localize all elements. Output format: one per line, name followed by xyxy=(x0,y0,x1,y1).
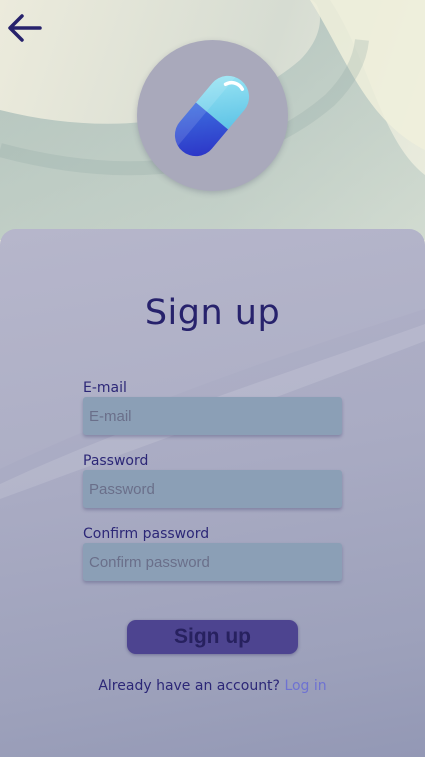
page-title: Sign up xyxy=(144,293,281,333)
email-label: E-mail xyxy=(83,380,127,396)
password-label: Password xyxy=(83,453,149,469)
confirm-password-field[interactable] xyxy=(83,543,342,581)
app-logo xyxy=(137,40,288,191)
login-prompt-text: Already have an account? xyxy=(98,678,280,694)
password-field[interactable] xyxy=(83,470,342,508)
sign-up-button[interactable]: Sign up xyxy=(127,620,298,654)
email-field[interactable] xyxy=(83,397,342,435)
confirm-password-label: Confirm password xyxy=(83,526,210,542)
login-prompt: Already have an account? Log in xyxy=(0,678,425,694)
capsule-icon xyxy=(166,67,258,165)
signup-card: Sign up E-mail Password Confirm password… xyxy=(0,229,425,757)
log-in-link[interactable]: Log in xyxy=(284,678,326,694)
back-arrow-icon[interactable] xyxy=(6,12,42,44)
